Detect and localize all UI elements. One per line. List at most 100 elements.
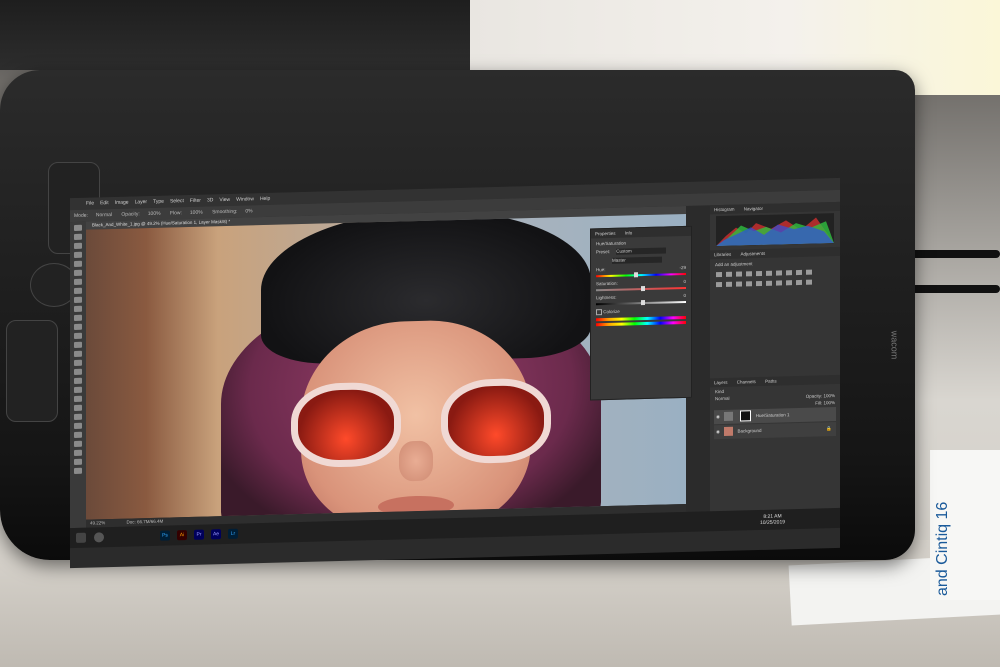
tool-icon[interactable] — [74, 341, 82, 348]
colorize-checkbox[interactable] — [596, 309, 602, 316]
tool-icon[interactable] — [74, 251, 82, 258]
tool-icon[interactable] — [74, 242, 82, 249]
menu-help[interactable]: Help — [260, 196, 270, 202]
tool-icon[interactable] — [74, 359, 82, 366]
tool-icon[interactable] — [74, 467, 82, 474]
smoothing-field[interactable]: 0% — [245, 208, 252, 214]
tab-channels[interactable]: Channels — [733, 377, 760, 387]
tab-histogram[interactable]: Histogram — [710, 205, 739, 215]
layer-filter-kind[interactable]: Kind — [715, 389, 724, 394]
tool-icon[interactable] — [74, 368, 82, 375]
tool-icon[interactable] — [74, 431, 82, 438]
tool-icon[interactable] — [74, 278, 82, 285]
tool-icon[interactable] — [74, 296, 82, 303]
menu-type[interactable]: Type — [153, 199, 164, 205]
tool-icon[interactable] — [74, 269, 82, 276]
tool-icon[interactable] — [74, 377, 82, 384]
menu-view[interactable]: View — [219, 197, 230, 203]
adjustment-title: Hue/Saturation — [596, 240, 627, 247]
mode-select[interactable]: Normal — [96, 212, 112, 218]
flow-field[interactable]: 100% — [190, 210, 203, 216]
photo-sunglasses-left — [291, 381, 401, 469]
right-panels: Histogram Navigator Libraries Adjustment… — [710, 201, 840, 526]
menu-filter[interactable]: Filter — [190, 198, 201, 204]
hue-slider-knob[interactable] — [633, 272, 638, 278]
lightness-value[interactable]: 0 — [683, 293, 686, 298]
add-adjustment-label: Add an adjustment — [715, 261, 753, 268]
layer-name[interactable]: Hue/Saturation 1 — [756, 412, 790, 418]
tab-navigator[interactable]: Navigator — [740, 204, 767, 214]
taskbar-app-ae[interactable]: Ae — [211, 529, 221, 540]
layer-fill-value[interactable]: 100% — [823, 400, 835, 405]
tab-info[interactable]: Info — [621, 228, 637, 237]
layer-mask-thumbnail[interactable] — [740, 410, 752, 422]
tab-libraries[interactable]: Libraries — [710, 250, 735, 260]
tool-icon[interactable] — [74, 323, 82, 330]
opacity-field[interactable]: 100% — [148, 211, 161, 217]
preset-select[interactable]: Custom — [616, 247, 667, 255]
tool-icon[interactable] — [74, 350, 82, 357]
hue-label: Hue: — [596, 267, 606, 273]
menu-layer[interactable]: Layer — [135, 199, 148, 205]
taskbar-app-ai[interactable]: Ai — [177, 530, 187, 541]
lock-icon[interactable]: 🔒 — [826, 422, 832, 436]
menu-file[interactable]: File — [86, 200, 94, 206]
tab-properties[interactable]: Properties — [591, 229, 620, 239]
layer-blend-mode[interactable]: Normal — [715, 396, 730, 401]
background-shelf — [0, 0, 520, 70]
hue-slider[interactable] — [596, 272, 686, 278]
tool-icon[interactable] — [74, 458, 82, 465]
menu-3d[interactable]: 3D — [207, 197, 213, 203]
system-clock[interactable]: 8:21 AM 10/25/2019 — [760, 513, 785, 526]
mode-label: Mode: — [74, 212, 88, 219]
tab-adjustments[interactable]: Adjustments — [737, 249, 770, 259]
tool-icon[interactable] — [74, 314, 82, 321]
channel-select[interactable]: Master — [612, 256, 662, 264]
tool-icon[interactable] — [74, 413, 82, 420]
flow-label: Flow: — [169, 210, 182, 217]
tab-paths[interactable]: Paths — [761, 376, 781, 386]
tool-icon[interactable] — [74, 449, 82, 456]
tool-icon[interactable] — [74, 404, 82, 411]
doc-size-readout: Doc: 66.7M/66.4M — [126, 518, 164, 525]
tools-panel — [70, 221, 86, 529]
layer-row-background[interactable]: ◉ Background 🔒 — [714, 422, 836, 440]
tool-icon[interactable] — [74, 422, 82, 429]
menu-window[interactable]: Window — [236, 196, 254, 202]
tool-icon[interactable] — [74, 440, 82, 447]
tool-icon[interactable] — [74, 260, 82, 267]
power-cable — [900, 285, 1000, 293]
tool-icon[interactable] — [74, 386, 82, 393]
pen-display-tablet: wacom File Edit Image Layer Type Select Filter… — [0, 70, 915, 569]
hue-value[interactable]: -29 — [679, 265, 686, 270]
zoom-readout[interactable]: 49.22% — [90, 520, 105, 525]
colorize-label: Colorize — [603, 308, 620, 315]
background-layer-thumbnail — [724, 427, 734, 437]
saturation-slider-knob[interactable] — [641, 286, 645, 292]
taskbar-app-ps[interactable]: Ps — [160, 530, 170, 541]
layer-opacity-value[interactable]: 100% — [823, 393, 835, 398]
tool-icon[interactable] — [74, 224, 82, 231]
eye-icon[interactable]: ◉ — [716, 429, 720, 434]
tool-icon[interactable] — [74, 305, 82, 312]
tool-icon[interactable] — [74, 233, 82, 240]
start-icon[interactable] — [76, 532, 86, 543]
lightness-slider-knob[interactable] — [641, 300, 645, 306]
lightness-slider[interactable] — [596, 300, 686, 306]
tool-icon[interactable] — [74, 287, 82, 294]
menu-edit[interactable]: Edit — [100, 200, 109, 206]
tool-icon[interactable] — [74, 332, 82, 339]
tool-icon[interactable] — [74, 395, 82, 402]
taskbar-app-lr[interactable]: Lr — [228, 528, 238, 539]
express-keys-bottom[interactable] — [6, 320, 58, 422]
menu-image[interactable]: Image — [115, 200, 129, 206]
search-icon[interactable] — [94, 532, 104, 543]
saturation-slider[interactable] — [596, 286, 686, 292]
taskbar-app-pr[interactable]: Pr — [194, 529, 204, 540]
tab-layers[interactable]: Layers — [710, 378, 732, 388]
menu-select[interactable]: Select — [170, 198, 184, 204]
saturation-value[interactable]: 0 — [683, 279, 686, 284]
smoothing-label: Smoothing: — [212, 208, 238, 216]
eye-icon[interactable]: ◉ — [716, 414, 720, 419]
layer-name[interactable]: Background — [737, 428, 761, 434]
